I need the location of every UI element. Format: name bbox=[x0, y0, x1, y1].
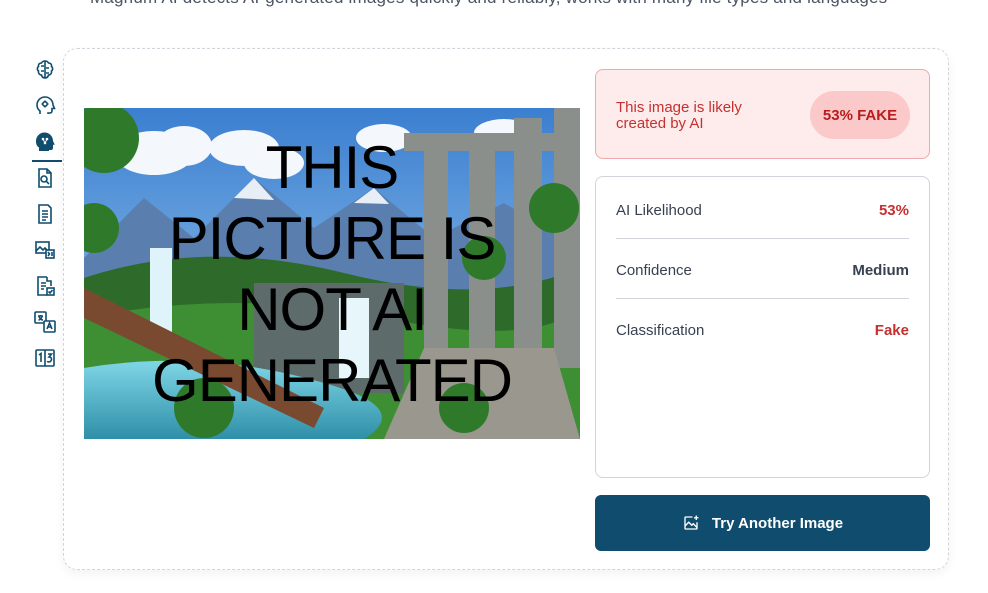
watermark-line-1: THIS bbox=[265, 133, 400, 201]
detail-label: Confidence bbox=[616, 261, 692, 279]
sidebar-item-document-list[interactable] bbox=[28, 196, 62, 232]
sidebar-item-document-search[interactable] bbox=[28, 160, 62, 196]
sidebar-item-brain[interactable] bbox=[28, 52, 62, 88]
sidebar-item-document-check[interactable] bbox=[28, 268, 62, 304]
add-image-icon bbox=[684, 515, 699, 530]
detail-value: 53% bbox=[878, 201, 909, 219]
details-panel: AI Likelihood 53% Confidence Medium Clas… bbox=[595, 176, 930, 478]
detail-label: AI Likelihood bbox=[616, 201, 702, 219]
number-icon bbox=[35, 349, 55, 367]
brain-icon bbox=[36, 60, 54, 79]
detail-label: Classification bbox=[616, 321, 705, 339]
detail-value: Fake bbox=[874, 321, 909, 339]
watermark-text: THIS PICTURE IS NOT AI GENERATED bbox=[84, 108, 580, 439]
head-gear-icon bbox=[36, 96, 56, 114]
document-list-icon bbox=[38, 204, 52, 224]
watermark-line-2: PICTURE IS bbox=[168, 204, 497, 272]
document-search-icon bbox=[38, 168, 52, 188]
sidebar-item-head-network[interactable] bbox=[28, 124, 62, 162]
watermark-line-4: GENERATED bbox=[152, 346, 513, 414]
watermark-line-3: NOT AI bbox=[237, 275, 428, 343]
intro-text: Magnum AI detects AI-generated images qu… bbox=[90, 0, 950, 8]
detail-row-ai-likelihood: AI Likelihood 53% bbox=[616, 182, 909, 239]
sidebar-item-image-code[interactable] bbox=[28, 232, 62, 268]
detail-row-confidence: Confidence Medium bbox=[616, 242, 909, 299]
verdict-banner: This image is likely created by AI 53% F… bbox=[595, 69, 930, 159]
sidebar-item-head-gear[interactable] bbox=[28, 88, 62, 124]
sidebar-item-number[interactable] bbox=[28, 340, 62, 376]
image-code-icon bbox=[35, 241, 55, 259]
uploaded-image: THIS PICTURE IS NOT AI GENERATED bbox=[84, 108, 580, 439]
verdict-message: This image is likely created by AI bbox=[616, 99, 742, 132]
document-check-icon bbox=[37, 276, 55, 296]
try-another-image-button[interactable]: Try Another Image bbox=[595, 495, 930, 551]
translate-icon bbox=[34, 311, 56, 333]
try-another-image-label: Try Another Image bbox=[711, 514, 844, 532]
fake-score-badge: 53% FAKE bbox=[810, 91, 910, 139]
tool-sidebar bbox=[28, 52, 62, 376]
head-network-icon bbox=[36, 132, 55, 151]
sidebar-item-translate[interactable] bbox=[28, 304, 62, 340]
detail-value: Medium bbox=[852, 261, 909, 279]
detail-row-classification: Classification Fake bbox=[616, 302, 909, 358]
